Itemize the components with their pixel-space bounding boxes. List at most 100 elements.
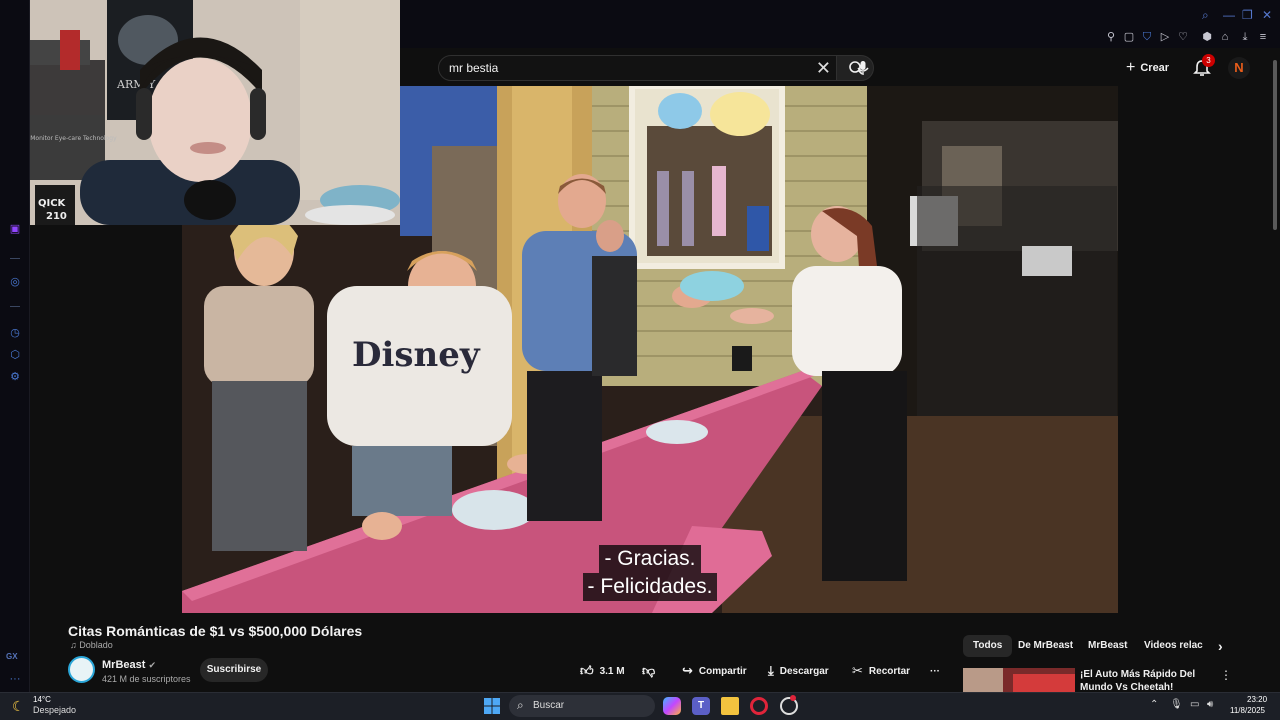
twitch-icon[interactable]: ▣	[8, 222, 22, 236]
chip-videos-relacionados[interactable]: Videos relac	[1134, 635, 1214, 657]
moon-weather-icon[interactable]: ☾	[12, 698, 25, 715]
notification-count-badge: 3	[1202, 54, 1215, 67]
snapshot-icon[interactable]: ▢	[1122, 30, 1136, 44]
microphone-tray-icon[interactable]: 🎙︎	[1170, 699, 1183, 710]
download-label: Descargar	[779, 665, 829, 677]
related-video-menu-icon[interactable]: ⋮	[1220, 668, 1232, 682]
weather-temperature[interactable]: 14°C	[33, 695, 51, 704]
chip-de-mrbeast[interactable]: De MrBeast	[1008, 635, 1083, 657]
share-label: Compartir	[698, 665, 747, 677]
page-scrollbar[interactable]	[1270, 48, 1280, 692]
webcam-frame: ARM Y Stylus Monitor Eye-care Technology…	[0, 0, 400, 225]
opera-gx-icon[interactable]	[750, 697, 768, 715]
shirt-text: Disney	[352, 335, 481, 375]
channel-name[interactable]: MrBeast ✔	[102, 659, 156, 671]
gx-label: GX	[6, 652, 18, 661]
dubbed-indicator: ♫ Doblado	[70, 640, 113, 650]
search-tabs-icon[interactable]: ⌕	[1202, 8, 1209, 23]
search-icon: ⌕	[517, 698, 524, 712]
webcam-overlay: ARM Y Stylus Monitor Eye-care Technology…	[0, 0, 400, 225]
chips-next-icon[interactable]: ›	[1208, 635, 1233, 657]
minimize-icon[interactable]: —	[1223, 8, 1235, 22]
windows-taskbar: ☾ 14°C Despejado ⌕ Buscar T ⌃ 🎙︎ ▭ 🔊︎ 23…	[0, 692, 1280, 720]
clip-button[interactable]: ✂ Recortar	[852, 662, 910, 680]
more-actions-button[interactable]: ···	[930, 662, 940, 680]
volume-icon[interactable]: 🔊︎	[1207, 699, 1213, 710]
clock-time[interactable]: 23:20	[1247, 695, 1267, 704]
plus-icon: +	[1126, 59, 1136, 76]
sidebar-divider	[10, 306, 20, 307]
menu-icon[interactable]: ≡	[1256, 30, 1270, 44]
settings-icon[interactable]: ⚙	[8, 370, 22, 384]
file-explorer-icon[interactable]	[721, 697, 739, 715]
weather-description[interactable]: Despejado	[33, 705, 76, 715]
voice-search-button[interactable]	[850, 55, 876, 81]
subscriber-count: 421 M de suscriptores	[102, 674, 191, 684]
chip-mrbeast[interactable]: MrBeast	[1078, 635, 1137, 657]
play-icon[interactable]: ▷	[1158, 30, 1172, 44]
browser-titlebar: ⌕ — ❐ ✕	[400, 0, 1280, 30]
thumbs-down-icon: 👎︎	[642, 663, 656, 678]
thumb-segment	[963, 668, 1003, 692]
restore-icon[interactable]: ❐	[1242, 8, 1253, 22]
download-button[interactable]: ⤓ Descargar	[768, 662, 829, 680]
account-avatar[interactable]: N	[1228, 57, 1250, 79]
clock-date[interactable]: 11/8/2025	[1230, 706, 1265, 715]
search-box[interactable]: mr bestia ✕	[438, 55, 838, 81]
close-window-icon[interactable]: ✕	[1262, 8, 1272, 22]
verified-icon: ✔	[148, 660, 157, 670]
pin-icon[interactable]: ⚲	[1104, 30, 1118, 44]
extension-puzzle-icon[interactable]: ⬢	[1200, 30, 1214, 44]
subscribe-button[interactable]: Suscribirse	[200, 658, 268, 682]
more-icon[interactable]: ···	[8, 672, 22, 686]
like-count: 3.1 M	[599, 665, 625, 677]
like-button[interactable]: 👍︎ 3.1 M	[580, 662, 625, 680]
related-video-title[interactable]: ¡El Auto Más Rápido Del Mundo Vs Cheetah…	[1080, 668, 1230, 692]
thumb-car	[1013, 674, 1075, 692]
scrollbar-thumb[interactable]	[1273, 60, 1277, 230]
download-icon[interactable]: ⤓	[1238, 30, 1252, 44]
video-info-panel: Citas Románticas de $1 vs $500,000 Dólar…	[30, 613, 1270, 692]
chip-todos[interactable]: Todos	[963, 635, 1013, 657]
channel-name-text: MrBeast	[102, 659, 146, 671]
windows-start-icon[interactable]	[483, 697, 501, 715]
sticker-number: 210	[46, 211, 67, 222]
copilot-icon[interactable]	[663, 697, 681, 715]
browser-sidebar: ▣ ◎ ◷ ⬡ ⚙ GX ···	[0, 0, 30, 692]
scissors-icon: ✂	[852, 663, 863, 678]
history-icon[interactable]: ◷	[8, 326, 22, 340]
subtitle-line-2: - Felicidades.	[582, 573, 718, 601]
clear-search-icon[interactable]: ✕	[816, 58, 831, 78]
download-icon: ⤓	[768, 663, 774, 678]
share-icon: ↪	[682, 663, 693, 678]
clip-label: Recortar	[868, 665, 911, 677]
video-title: Citas Románticas de $1 vs $500,000 Dólar…	[68, 623, 363, 639]
dislike-button[interactable]: 👎︎	[642, 662, 655, 680]
network-icon[interactable]: ▭	[1190, 699, 1199, 710]
youtube-masthead: mr bestia ✕ + Crear 3 N	[400, 48, 1280, 86]
vpn-shield-icon[interactable]: ⛉	[1140, 30, 1154, 44]
channel-avatar[interactable]	[68, 656, 95, 683]
dubbed-icon: ♫	[70, 640, 77, 650]
sidebar-divider	[10, 258, 20, 259]
subtitle-overlay: - Gracias. - Felicidades.	[182, 545, 1118, 601]
create-button[interactable]: + Crear	[1126, 57, 1169, 79]
create-label: Crear	[1140, 62, 1170, 74]
heart-icon[interactable]: ♡	[1176, 30, 1190, 44]
extensions-icon[interactable]: ⬡	[8, 348, 22, 362]
subtitle-line-1: - Gracias.	[599, 545, 701, 573]
app-notification-dot	[790, 695, 796, 701]
extensions-bar: ⚲ ▢ ⛉ ▷ ♡ ⬢ ⌂ ⤓ ≡	[400, 28, 1280, 48]
taskbar-search[interactable]: ⌕ Buscar	[509, 695, 655, 717]
related-video-thumbnail[interactable]	[963, 668, 1075, 692]
tray-chevron-icon[interactable]: ⌃	[1150, 699, 1158, 710]
share-button[interactable]: ↪ Compartir	[682, 662, 747, 680]
search-input[interactable]: mr bestia	[449, 61, 498, 75]
profile-icon[interactable]: ⌂	[1218, 30, 1232, 44]
player-icon[interactable]: ◎	[8, 275, 22, 289]
sticker-text: QICK	[38, 198, 67, 209]
teams-icon[interactable]: T	[692, 697, 710, 715]
taskbar-search-label: Buscar	[533, 700, 565, 711]
dubbed-label: Doblado	[79, 640, 113, 650]
thumbs-up-icon: 👍︎	[580, 663, 594, 678]
